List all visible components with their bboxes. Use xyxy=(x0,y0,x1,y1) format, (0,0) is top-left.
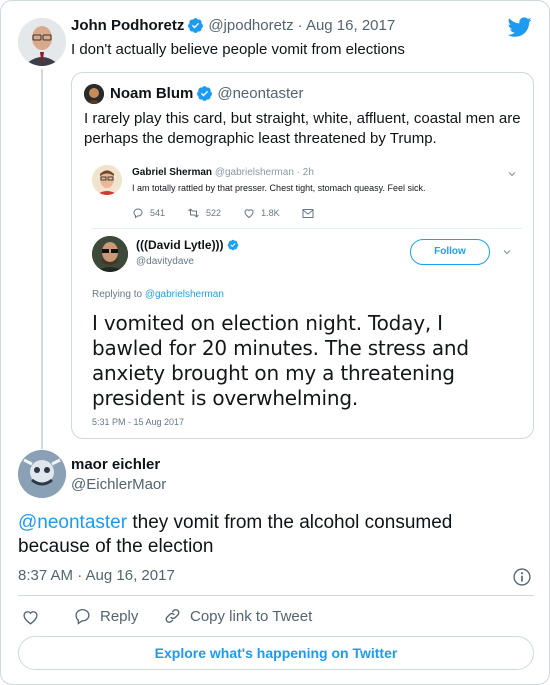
explore-twitter-button[interactable]: Explore what's happening on Twitter xyxy=(18,636,534,670)
screenshot-tweet1-header: Gabriel Sherman @gabrielsherman · 2h xyxy=(132,167,314,178)
screenshot-retweet-count: 522 xyxy=(187,207,221,219)
reply-icon xyxy=(133,208,143,219)
quoted-tweet-text: I rarely play this card, but straight, w… xyxy=(84,110,521,147)
parent-tweet-header: John Podhoretz @jpodhoretz · Aug 16, 201… xyxy=(71,17,395,34)
screenshot-like-count: 1.8K xyxy=(243,207,280,219)
screenshot-tweet1-actions: 541 522 1.8K xyxy=(132,207,320,219)
copy-link-label: Copy link to Tweet xyxy=(190,607,313,625)
heart-icon xyxy=(244,209,254,219)
screenshot-divider xyxy=(92,228,522,229)
screenshot-tweet2-text: I vomited on election night. Today, I ba… xyxy=(92,311,469,410)
screenshot-tweet2-time: 5:31 PM - 15 Aug 2017 xyxy=(92,417,185,427)
attached-screenshot-image[interactable]: Gabriel Sherman @gabrielsherman · 2h I a… xyxy=(84,155,524,430)
quoted-tweet[interactable]: Noam Blum @neontaster I rarely play this… xyxy=(71,72,534,439)
reply-label: Reply xyxy=(100,607,139,625)
follow-button: Follow xyxy=(410,239,490,265)
mention-link[interactable]: @neontaster xyxy=(18,512,127,533)
avatar-noam-blum xyxy=(84,84,104,104)
like-heart-icon[interactable] xyxy=(21,608,40,626)
thread-connector-line xyxy=(41,69,43,449)
verified-badge-icon xyxy=(188,18,204,33)
screenshot-author2-handle: @davitydave xyxy=(136,256,194,267)
verified-badge-icon xyxy=(197,86,213,101)
info-icon[interactable] xyxy=(512,567,532,587)
tweet-date[interactable]: · Aug 16, 2017 xyxy=(298,17,396,34)
copy-link-button[interactable]: Copy link to Tweet xyxy=(163,607,312,625)
screenshot-reply-count: 541 xyxy=(132,207,165,219)
avatar-gabriel-sherman xyxy=(92,165,122,195)
message-icon xyxy=(302,208,314,218)
quoted-author-handle: @neontaster xyxy=(217,85,304,102)
screenshot-tweet1-text: I am totally rattled by that presser. Ch… xyxy=(132,183,426,193)
author-handle[interactable]: @jpodhoretz xyxy=(208,17,293,34)
retweet-icon xyxy=(188,208,199,218)
screenshot-author1-name: Gabriel Sherman xyxy=(132,167,213,178)
quoted-author-name: Noam Blum xyxy=(110,85,194,102)
tweet-embed-card: John Podhoretz @jpodhoretz · Aug 16, 201… xyxy=(0,0,550,685)
parent-tweet-text: I don't actually believe people vomit fr… xyxy=(71,41,405,58)
chevron-down-icon xyxy=(508,172,516,177)
main-tweet-time[interactable]: 8:37 AM · Aug 16, 2017 xyxy=(18,567,175,584)
screenshot-author2-header: (((David Lytle))) xyxy=(136,238,239,252)
screenshot-author2-name: (((David Lytle))) xyxy=(136,238,224,252)
twitter-bird-icon[interactable] xyxy=(508,15,532,39)
avatar-john-podhoretz[interactable] xyxy=(18,18,66,66)
reply-button[interactable]: Reply xyxy=(73,607,138,625)
reply-icon xyxy=(75,608,90,625)
verified-badge-icon xyxy=(227,239,238,251)
main-author-handle[interactable]: @EichlerMaor xyxy=(71,476,166,493)
replying-to-line: Replying to @gabrielsherman xyxy=(92,289,224,300)
main-tweet-text: @neontaster they vomit from the alcohol … xyxy=(18,512,453,557)
screenshot-author1-handle: @gabrielsherman · 2h xyxy=(214,167,314,178)
avatar-david-lytle xyxy=(92,236,128,272)
link-icon xyxy=(165,609,180,623)
chevron-down-icon xyxy=(503,250,511,255)
avatar-maor-eichler[interactable] xyxy=(18,450,66,498)
divider xyxy=(18,595,534,596)
author-name[interactable]: John Podhoretz xyxy=(71,17,184,34)
main-author-name[interactable]: maor eichler xyxy=(71,456,160,473)
quoted-tweet-header: Noam Blum @neontaster xyxy=(110,85,303,102)
